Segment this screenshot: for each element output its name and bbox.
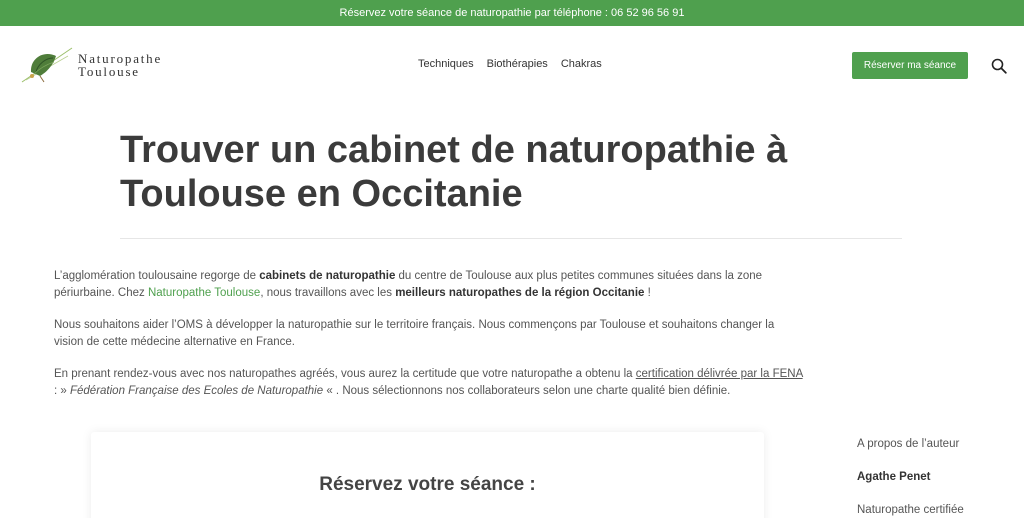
fena-certification-link[interactable]: certification délivrée par la FENA — [636, 368, 803, 380]
booking-card: Réservez votre séance : — [91, 432, 764, 518]
text-span: : » — [54, 384, 70, 397]
bold-text: meilleurs naturopathes de la région Occi… — [395, 286, 645, 299]
title-divider — [120, 238, 902, 239]
site-header: Naturopathe Toulouse Techniques Biothéra… — [0, 26, 1024, 104]
intro-paragraph: L’agglomération toulousaine regorge de c… — [54, 268, 804, 301]
main-nav: Techniques Biothérapies Chakras — [418, 58, 602, 70]
author-name: Agathe Penet — [857, 471, 931, 483]
text-span: ! — [644, 286, 651, 299]
text-span: L’agglomération toulousaine regorge de — [54, 270, 260, 282]
author-role: Naturopathe certifiée — [857, 504, 964, 516]
announcement-bar: Réservez votre séance de naturopathie pa… — [0, 0, 1024, 26]
ginkgo-leaf-icon — [21, 47, 73, 83]
nav-item-chakras[interactable]: Chakras — [561, 58, 602, 70]
nav-item-techniques[interactable]: Techniques — [418, 58, 474, 70]
bold-text: cabinets de naturopathie — [259, 270, 396, 282]
logo-line-2: Toulouse — [78, 64, 140, 79]
book-session-label: Réserver ma séance — [863, 60, 957, 71]
text-span: « . Nous sélectionnons nos collaborateur… — [323, 384, 731, 397]
naturopathe-toulouse-link[interactable]: Naturopathe Toulouse — [148, 287, 260, 299]
text-span: En prenant rendez-vous avec nos naturopa… — [54, 368, 636, 380]
logo-wordmark: Naturopathe Toulouse — [78, 52, 162, 78]
certification-paragraph: En prenant rendez-vous avec nos naturopa… — [54, 366, 804, 399]
search-icon[interactable] — [991, 58, 1007, 74]
article-body: L’agglomération toulousaine regorge de c… — [54, 268, 804, 415]
site-logo[interactable]: Naturopathe Toulouse — [18, 42, 188, 88]
oms-paragraph: Nous souhaitons aider l’OMS à développer… — [54, 319, 775, 348]
booking-card-title: Réservez votre séance : — [319, 474, 536, 495]
about-author-heading: A propos de l’auteur — [857, 438, 960, 450]
italic-text: Fédération Française des Ecoles de Natur… — [69, 384, 324, 397]
author-sidebar: A propos de l’auteur Agathe Penet Naturo… — [857, 438, 1017, 518]
text-span: , nous travaillons avec les — [260, 286, 396, 299]
announcement-text: Réservez votre séance de naturopathie pa… — [339, 7, 685, 19]
book-session-button[interactable]: Réserver ma séance — [852, 52, 968, 79]
page-title: Trouver un cabinet de naturopathie à Tou… — [120, 129, 788, 215]
nav-item-biotherapies[interactable]: Biothérapies — [487, 58, 548, 70]
